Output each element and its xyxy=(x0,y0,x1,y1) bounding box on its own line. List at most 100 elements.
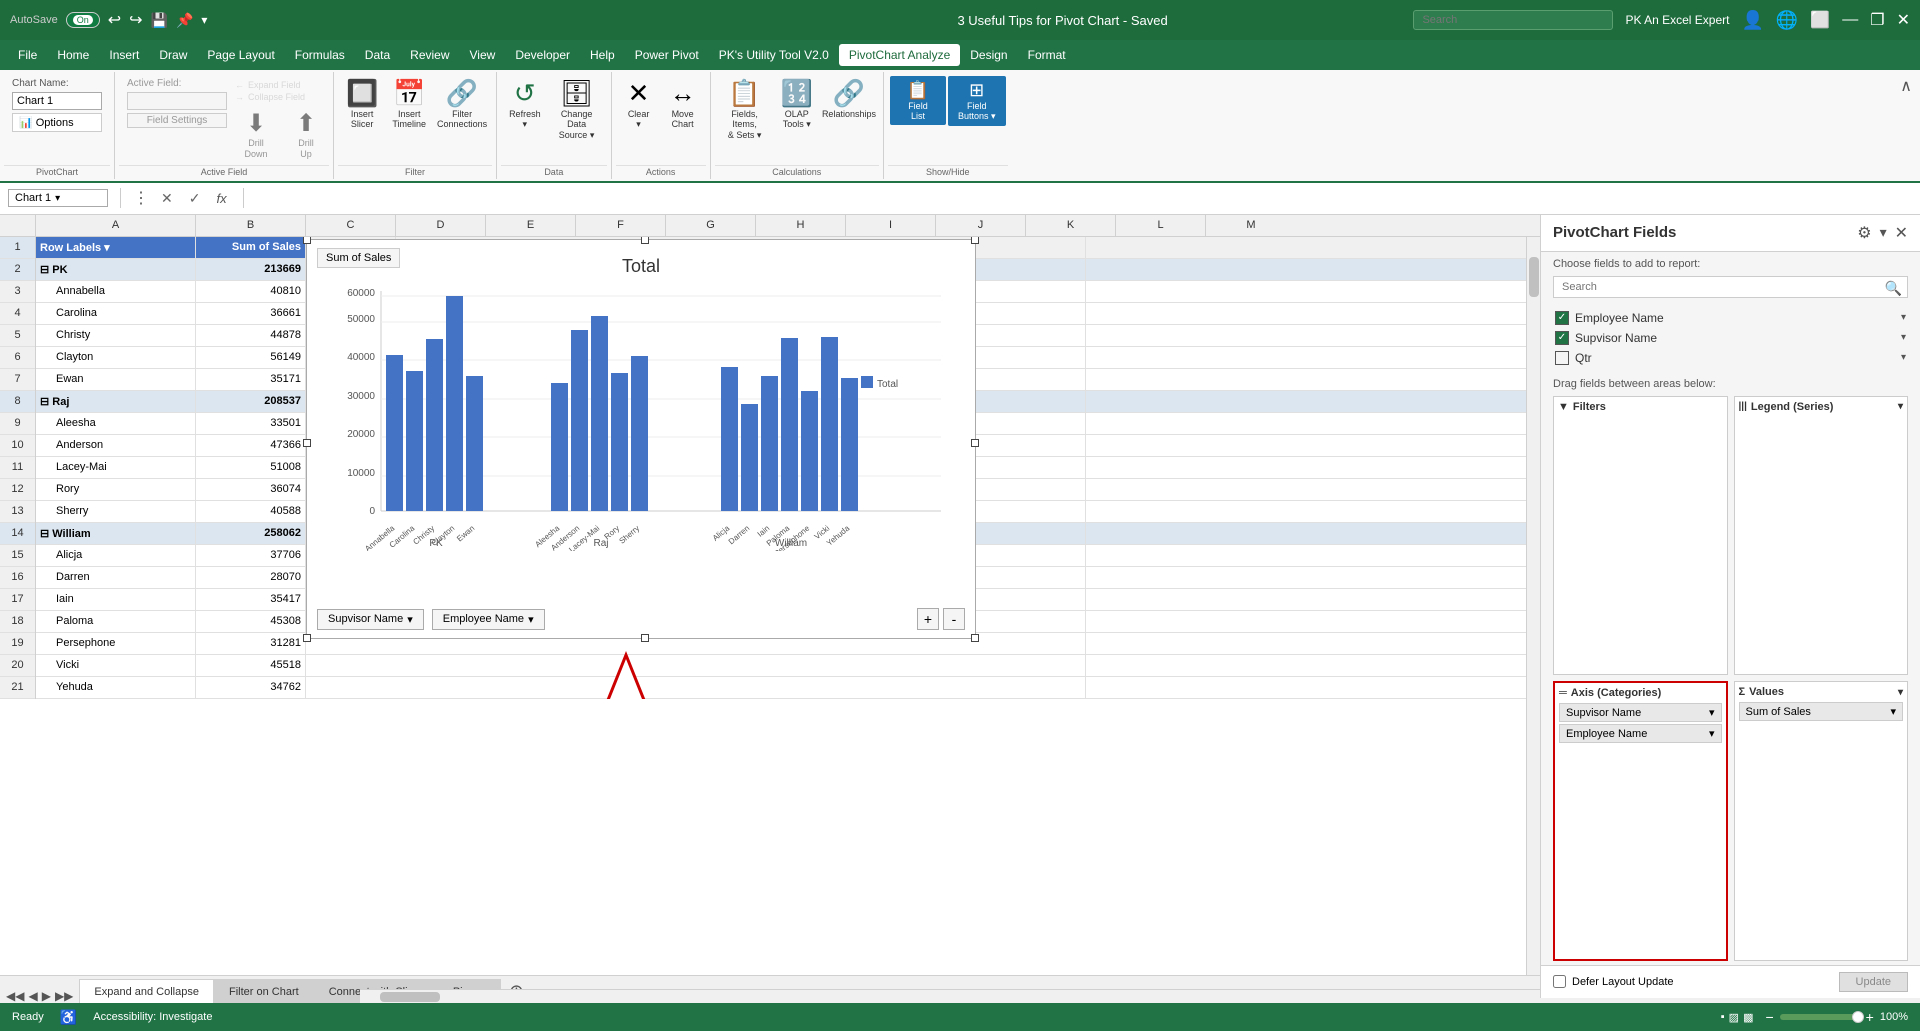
cell-8b[interactable]: 208537 xyxy=(196,391,306,412)
chart-handle-br[interactable] xyxy=(971,634,979,642)
cell-7a[interactable]: Ewan xyxy=(36,369,196,390)
cell-21b[interactable]: 34762 xyxy=(196,677,306,698)
axis-supervisor-dropdown-icon[interactable]: ▾ xyxy=(1709,706,1715,719)
sheet-tab-filter-on-chart[interactable]: Filter on Chart xyxy=(214,979,314,1003)
cell-9a[interactable]: Aleesha xyxy=(36,413,196,434)
field-item-employee-name[interactable]: ✓ Employee Name ▾ xyxy=(1553,308,1908,328)
cell-3a[interactable]: Annabella xyxy=(36,281,196,302)
cell-17a[interactable]: Iain xyxy=(36,589,196,610)
minimize-icon[interactable]: — xyxy=(1842,11,1858,29)
field-item-supervisor-name[interactable]: ✓ Supvisor Name ▾ xyxy=(1553,328,1908,348)
cell-17b[interactable]: 35417 xyxy=(196,589,306,610)
menu-pivotchart-analyze[interactable]: PivotChart Analyze xyxy=(839,44,960,66)
vertical-scrollbar[interactable] xyxy=(1526,237,1540,998)
chart-expand-btn[interactable]: + xyxy=(917,608,939,630)
axis-categories-area[interactable]: ═ Axis (Categories) Supvisor Name ▾ Empl… xyxy=(1553,681,1728,961)
cell-19a[interactable]: Persephone xyxy=(36,633,196,654)
values-area[interactable]: Σ Values ▾ Sum of Sales ▾ xyxy=(1734,681,1909,961)
undo-icon[interactable]: ↩ xyxy=(108,10,121,30)
defer-layout-checkbox[interactable] xyxy=(1553,975,1566,988)
cell-16a[interactable]: Darren xyxy=(36,567,196,588)
menu-review[interactable]: Review xyxy=(400,44,459,66)
nav-left-icon[interactable]: ◀ xyxy=(26,989,39,1003)
cell-7b[interactable]: 35171 xyxy=(196,369,306,390)
cell-4a[interactable]: Carolina xyxy=(36,303,196,324)
menu-help[interactable]: Help xyxy=(580,44,625,66)
sum-of-sales-dropdown-icon[interactable]: ▾ xyxy=(1890,705,1896,718)
autosave-toggle[interactable]: On xyxy=(66,12,100,28)
normal-view-icon[interactable]: ▪ xyxy=(1721,1011,1725,1024)
chart-handle-tl[interactable] xyxy=(303,237,311,244)
cell-3b[interactable]: 40810 xyxy=(196,281,306,302)
cell-12b[interactable]: 36074 xyxy=(196,479,306,500)
relationships-button[interactable]: 🔗 Relationships xyxy=(821,76,877,122)
pivot-search-input[interactable] xyxy=(1553,276,1908,298)
zoom-slider-thumb[interactable] xyxy=(1852,1011,1864,1023)
insert-timeline-button[interactable]: 📅 InsertTimeline xyxy=(386,76,432,133)
cell-12a[interactable]: Rory xyxy=(36,479,196,500)
menu-data[interactable]: Data xyxy=(355,44,400,66)
axis-employee-item[interactable]: Employee Name ▾ xyxy=(1559,724,1722,743)
refresh-button[interactable]: ↺ Refresh▾ xyxy=(503,76,547,133)
legend-area[interactable]: ||| Legend (Series) ▾ xyxy=(1734,396,1909,676)
cell-14a[interactable]: ⊟ William xyxy=(36,523,196,544)
name-box-dropdown-icon[interactable]: ▾ xyxy=(55,193,60,204)
active-field-input[interactable] xyxy=(127,92,227,110)
employee-filter-btn[interactable]: Employee Name ▾ xyxy=(432,609,545,630)
sheet-tab-expand-collapse[interactable]: Expand and Collapse xyxy=(79,979,214,1003)
menu-home[interactable]: Home xyxy=(47,44,99,66)
chart-handle-bl[interactable] xyxy=(303,634,311,642)
pivot-panel-settings-icon[interactable]: ⚙ xyxy=(1857,223,1871,243)
fx-icon[interactable]: fx xyxy=(212,191,230,206)
chart-handle-ml[interactable] xyxy=(303,439,311,447)
field-buttons-button[interactable]: ⊞ FieldButtons ▾ xyxy=(948,76,1006,126)
menu-formulas[interactable]: Formulas xyxy=(285,44,355,66)
cell-8a[interactable]: ⊟ Raj xyxy=(36,391,196,412)
chart-handle-tr[interactable] xyxy=(971,237,979,244)
pin-icon[interactable]: 📌 xyxy=(176,12,193,29)
chart-name-input[interactable] xyxy=(12,92,102,110)
redo-icon[interactable]: ↪ xyxy=(129,10,142,30)
maximize-icon[interactable]: ❐ xyxy=(1870,10,1884,30)
name-box[interactable]: Chart 1 ▾ xyxy=(8,189,108,207)
menu-draw[interactable]: Draw xyxy=(149,44,197,66)
cell-6b[interactable]: 56149 xyxy=(196,347,306,368)
move-chart-button[interactable]: ↔ MoveChart xyxy=(662,76,704,133)
filter-connections-button[interactable]: 🔗 FilterConnections xyxy=(434,76,490,133)
cell-18a[interactable]: Paloma xyxy=(36,611,196,632)
field-item-qtr[interactable]: Qtr ▾ xyxy=(1553,348,1908,368)
save-icon[interactable]: 💾 xyxy=(151,12,168,29)
close-icon[interactable]: ✕ xyxy=(1897,10,1910,30)
defer-checkbox-area[interactable]: Defer Layout Update xyxy=(1553,975,1674,988)
page-break-view-icon[interactable]: ▩ xyxy=(1743,1011,1753,1024)
cell-1b[interactable]: Sum of Sales xyxy=(196,237,306,258)
olap-tools-button[interactable]: 🔢 OLAPTools ▾ xyxy=(775,76,819,133)
cell-20b[interactable]: 45518 xyxy=(196,655,306,676)
cell-6a[interactable]: Clayton xyxy=(36,347,196,368)
cell-10b[interactable]: 47366 xyxy=(196,435,306,456)
pivot-panel-dropdown-icon[interactable]: ▾ xyxy=(1880,224,1887,241)
nav-right-icon[interactable]: ▶ xyxy=(40,989,53,1003)
insert-slicer-button[interactable]: 🔲 InsertSlicer xyxy=(340,76,384,133)
confirm-icon[interactable]: ✓ xyxy=(185,190,205,207)
horizontal-scrollbar[interactable] xyxy=(360,989,1540,1003)
cell-13a[interactable]: Sherry xyxy=(36,501,196,522)
cell-20a[interactable]: Vicki xyxy=(36,655,196,676)
chart-handle-bc[interactable] xyxy=(641,634,649,642)
supervisor-name-checkbox[interactable]: ✓ xyxy=(1555,331,1569,345)
menu-format[interactable]: Format xyxy=(1018,44,1076,66)
user-avatar[interactable]: 👤 xyxy=(1742,10,1764,31)
update-button[interactable]: Update xyxy=(1839,972,1908,992)
zoom-out-icon[interactable]: − xyxy=(1765,1009,1773,1025)
cell-11b[interactable]: 51008 xyxy=(196,457,306,478)
menu-view[interactable]: View xyxy=(460,44,506,66)
cell-2b[interactable]: 213669 xyxy=(196,259,306,280)
drill-up-button[interactable]: ⬆ DrillUp xyxy=(285,108,327,163)
menu-power-pivot[interactable]: Power Pivot xyxy=(625,44,709,66)
options-button[interactable]: 📊 Options xyxy=(12,113,102,132)
restore-icon[interactable]: ⬜ xyxy=(1810,10,1830,30)
cell-15b[interactable]: 37706 xyxy=(196,545,306,566)
dropdown-icon[interactable]: ▾ xyxy=(201,13,207,27)
change-data-source-button[interactable]: 🗄 Change DataSource ▾ xyxy=(549,76,605,144)
pivot-panel-close-icon[interactable]: ✕ xyxy=(1895,223,1908,243)
